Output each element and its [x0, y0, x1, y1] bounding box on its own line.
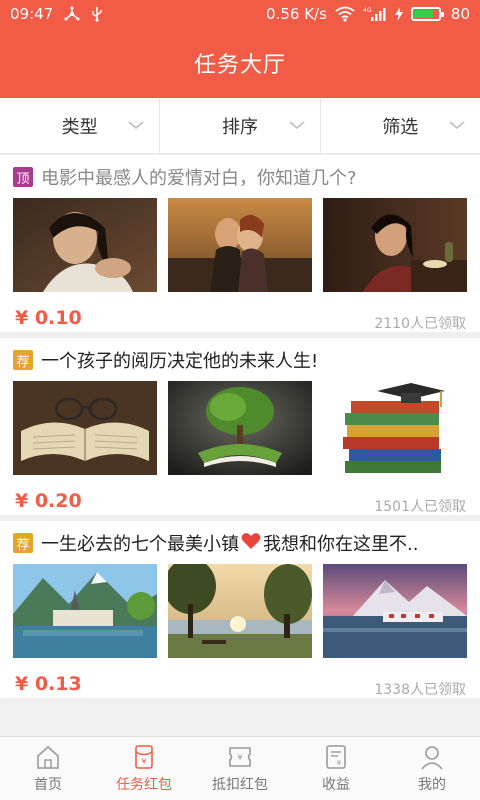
- nav-label: 抵扣红包: [212, 777, 268, 793]
- task-title: 荐 一个孩子的阅历决定他的未来人生!: [13, 348, 470, 372]
- clock: 09:47: [10, 5, 54, 23]
- task-title: 荐 一生必去的七个最美小镇 我想和你在这里不..: [13, 531, 470, 555]
- task-list: 顶 电影中最感人的爱情对白，你知道几个? ¥ 0.10 2110人已领取 荐 一…: [0, 155, 480, 704]
- task-title: 顶 电影中最感人的爱情对白，你知道几个?: [13, 165, 470, 189]
- lake-tree-sunrise-photo: [168, 564, 312, 658]
- filter-bar: 类型 排序 筛选: [0, 98, 480, 154]
- svg-text:¥: ¥: [337, 759, 342, 767]
- signal-4g-icon: 4G: [363, 6, 387, 22]
- task-title-text: 一生必去的七个最美小镇: [41, 534, 239, 555]
- nav-label: 任务红包: [116, 777, 172, 793]
- task-card[interactable]: 荐 一个孩子的阅历决定他的未来人生! ¥ 0.20 1501人已领取: [0, 338, 480, 521]
- recommended-tag: 荐: [13, 533, 33, 553]
- network-speed: 0.56 K/s: [266, 5, 327, 23]
- usb-tether-icon: [63, 6, 81, 22]
- red-packet-icon: ¥: [135, 745, 153, 769]
- task-card[interactable]: 荐 一生必去的七个最美小镇 我想和你在这里不.. ¥ 0.13 1338人已领取: [0, 521, 480, 704]
- task-reward: ¥ 0.20: [15, 490, 82, 512]
- woman-drinking-tea-photo: [323, 198, 467, 292]
- coupon-icon: ¥: [229, 747, 251, 767]
- book-stack-cap-photo: [323, 381, 467, 475]
- chevron-down-icon: [128, 121, 144, 129]
- couple-on-ship-photo: [168, 198, 312, 292]
- nav-profile[interactable]: 我的: [384, 737, 480, 800]
- chevron-down-icon: [449, 121, 465, 129]
- wifi-icon: [335, 6, 355, 22]
- claimed-count: 1501人已领取: [374, 499, 466, 515]
- thumbnail-row: [13, 564, 467, 658]
- claimed-count: 2110人已领取: [374, 316, 466, 332]
- nav-coupon-red-packet[interactable]: ¥ 抵扣红包: [192, 737, 288, 800]
- filter-label: 排序: [221, 116, 258, 138]
- nav-label: 首页: [34, 777, 62, 793]
- bottom-nav: 首页 ¥ 任务红包 ¥ 抵扣红包 ¥ 收益 我的: [0, 736, 480, 800]
- nav-home[interactable]: 首页: [0, 737, 96, 800]
- task-card[interactable]: 顶 电影中最感人的爱情对白，你知道几个? ¥ 0.10 2110人已领取: [0, 155, 480, 338]
- task-title-text: 电影中最感人的爱情对白，你知道几个?: [41, 168, 357, 189]
- thumbnail-row: [13, 198, 467, 292]
- lakeside-village-photo: [13, 564, 157, 658]
- tree-on-book-photo: [168, 381, 312, 475]
- charging-icon: [394, 7, 403, 21]
- task-title-text: 我想和你在这里不..: [263, 534, 419, 555]
- earnings-icon: ¥: [326, 745, 346, 769]
- filter-label: 筛选: [382, 116, 419, 138]
- task-reward: ¥ 0.10: [15, 307, 82, 329]
- filter-screen-dropdown[interactable]: 筛选: [319, 98, 480, 153]
- svg-text:¥: ¥: [141, 757, 146, 766]
- svg-text:4G: 4G: [363, 7, 372, 14]
- page-title: 任务大厅: [193, 53, 286, 78]
- heart-icon: [241, 532, 261, 555]
- user-icon: [421, 746, 443, 770]
- usb-icon: [91, 6, 103, 22]
- portrait-woman-photo: [13, 198, 157, 292]
- filter-sort-dropdown[interactable]: 排序: [159, 98, 319, 153]
- open-book-glasses-photo: [13, 381, 157, 475]
- claimed-count: 1338人已领取: [374, 682, 466, 698]
- battery-percent: 80: [450, 5, 470, 23]
- app-bar: 任务大厅: [0, 28, 480, 98]
- nav-label: 收益: [322, 777, 350, 793]
- svg-text:¥: ¥: [237, 753, 242, 762]
- chevron-down-icon: [289, 121, 305, 129]
- snowy-coast-village-photo: [323, 564, 467, 658]
- nav-task-red-packet[interactable]: ¥ 任务红包: [96, 737, 192, 800]
- thumbnail-row: [13, 381, 467, 475]
- task-title-text: 一个孩子的阅历决定他的未来人生!: [41, 351, 319, 372]
- nav-label: 我的: [418, 777, 446, 793]
- task-reward: ¥ 0.13: [15, 673, 82, 695]
- home-icon: [37, 745, 59, 769]
- battery-icon: [410, 7, 444, 21]
- recommended-tag: 荐: [13, 350, 33, 370]
- nav-earnings[interactable]: ¥ 收益: [288, 737, 384, 800]
- battery-level: [413, 10, 434, 18]
- status-bar: 09:47 0.56 K/s 4G 80: [0, 0, 480, 28]
- pinned-tag: 顶: [13, 167, 33, 187]
- filter-type-dropdown[interactable]: 类型: [0, 98, 159, 153]
- filter-label: 类型: [61, 116, 98, 138]
